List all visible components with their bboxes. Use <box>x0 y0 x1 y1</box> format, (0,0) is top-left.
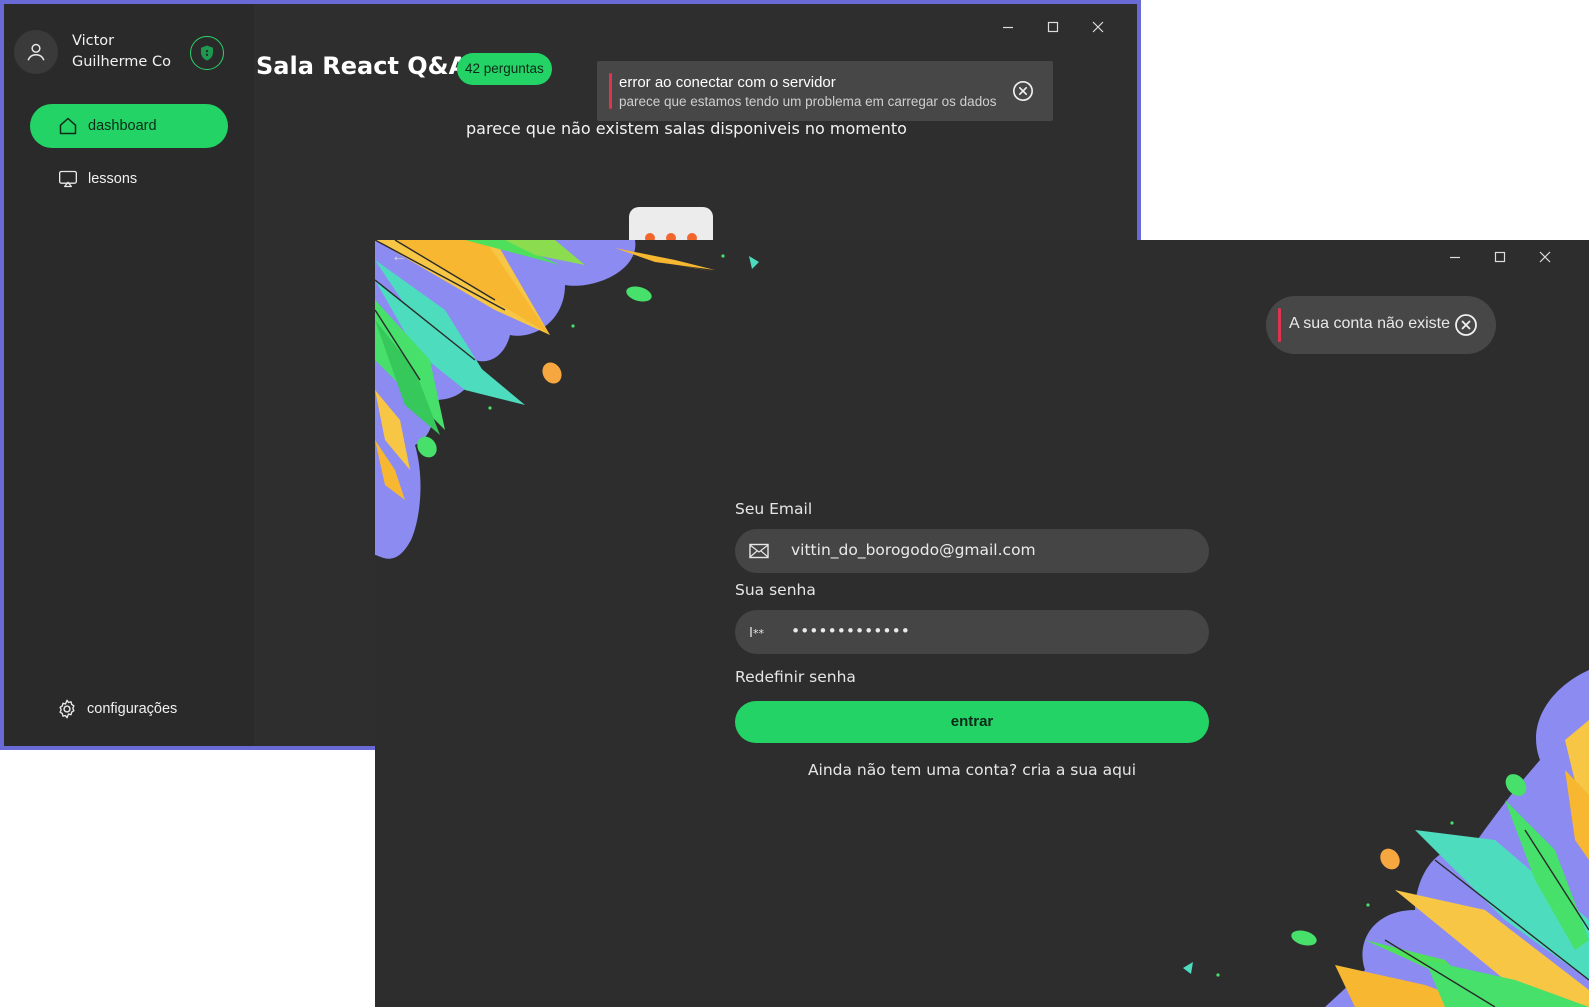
toast-accent-bar <box>609 73 612 109</box>
window-controls <box>985 17 1120 37</box>
password-field[interactable]: ** ••••••••••••• <box>735 610 1209 654</box>
error-toast: error ao conectar com o servidor parece … <box>597 61 1053 121</box>
gear-icon <box>56 698 78 720</box>
toast-subtitle: parece que estamos tendo um problema em … <box>619 94 997 109</box>
question-count-badge: 42 perguntas <box>457 53 552 85</box>
password-label: Sua senha <box>735 581 816 599</box>
close-window-button[interactable] <box>1075 17 1120 37</box>
sidebar-item-dashboard[interactable]: dashboard <box>30 104 228 148</box>
sidebar-item-lessons[interactable]: lessons <box>30 157 228 201</box>
maximize-button[interactable] <box>1477 247 1522 267</box>
home-icon <box>58 116 78 136</box>
settings-button[interactable]: configurações <box>56 698 177 720</box>
minimize-button[interactable] <box>1432 247 1477 267</box>
sidebar: Victor Guilherme Co dashboard lessons co… <box>4 4 254 746</box>
user-icon <box>27 43 45 61</box>
back-arrow-icon[interactable]: ← <box>391 248 407 266</box>
close-icon[interactable] <box>1454 313 1478 337</box>
minimize-button[interactable] <box>985 17 1030 37</box>
user-profile[interactable]: Victor Guilherme Co <box>14 30 182 74</box>
account-error-toast: A sua conta não existe <box>1266 296 1496 354</box>
reset-password-link[interactable]: Redefinir senha <box>735 668 856 686</box>
window-controls <box>1432 247 1567 267</box>
empty-state-message: parece que não existem salas disponiveis… <box>466 119 907 138</box>
svg-text:**: ** <box>753 627 765 640</box>
password-value: ••••••••••••• <box>791 622 910 640</box>
avatar[interactable] <box>14 30 58 74</box>
user-name: Victor Guilherme Co <box>72 33 171 70</box>
close-icon[interactable] <box>1012 80 1034 102</box>
settings-label: configurações <box>87 701 178 717</box>
mail-icon <box>749 543 769 559</box>
password-icon: ** <box>749 624 769 640</box>
sidebar-item-label: lessons <box>88 171 138 187</box>
email-field[interactable]: vittin_do_borogodo@gmail.com <box>735 529 1209 573</box>
toast-accent-bar <box>1278 308 1281 342</box>
signup-link[interactable]: Ainda não tem uma conta? cria a sua aqui <box>735 761 1209 779</box>
sidebar-item-label: dashboard <box>88 118 157 134</box>
toast-title: error ao conectar com o servidor <box>619 74 836 91</box>
shield-icon[interactable] <box>190 36 224 70</box>
screen-cast-icon <box>58 169 78 189</box>
maximize-button[interactable] <box>1030 17 1075 37</box>
close-window-button[interactable] <box>1522 247 1567 267</box>
email-label: Seu Email <box>735 500 813 518</box>
page-title: Sala React Q&A <box>256 52 468 80</box>
email-value: vittin_do_borogodo@gmail.com <box>791 541 1036 559</box>
login-window: ← A sua conta não existe Seu Email vitti… <box>375 240 1589 1007</box>
toast-message: A sua conta não existe <box>1289 315 1450 332</box>
login-button[interactable]: entrar <box>735 701 1209 743</box>
